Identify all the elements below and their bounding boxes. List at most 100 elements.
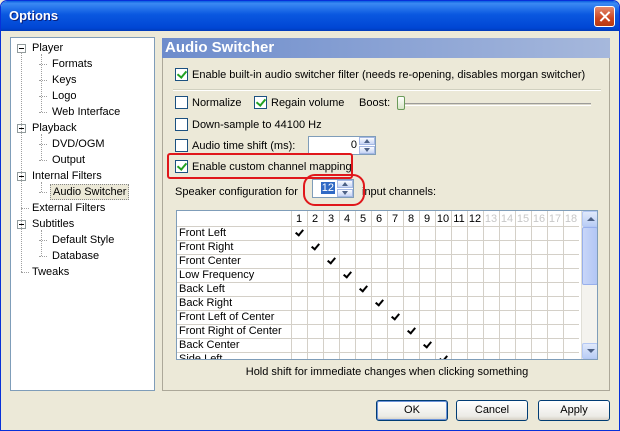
tree-item-label: DVD/OGM bbox=[52, 138, 105, 150]
panel-title: Audio Switcher bbox=[162, 38, 610, 58]
matrix-check[interactable] bbox=[311, 243, 320, 252]
matrix-column-header: 1 bbox=[295, 213, 303, 225]
tree-item-label: Tweaks bbox=[32, 266, 70, 278]
apply-button[interactable]: Apply bbox=[538, 400, 610, 421]
matrix-row-label: Side Left bbox=[179, 353, 223, 360]
matrix-check[interactable] bbox=[439, 355, 448, 359]
regain-volume-label: Regain volume bbox=[271, 97, 345, 109]
spin-up-icon[interactable] bbox=[359, 137, 375, 145]
matrix-column-header: 15 bbox=[516, 213, 530, 225]
downsample-checkbox[interactable] bbox=[175, 118, 188, 131]
tree-item-label: External Filters bbox=[32, 202, 106, 214]
speaker-config-suffix: input channels: bbox=[362, 186, 436, 198]
matrix-check[interactable] bbox=[327, 257, 336, 266]
matrix-column-header: 11 bbox=[453, 213, 465, 225]
tree-item-label: Default Style bbox=[52, 234, 115, 246]
matrix-row-label: Back Right bbox=[179, 297, 233, 309]
regain-volume-checkbox[interactable] bbox=[254, 96, 267, 109]
matrix-row-label: Front Right of Center bbox=[179, 325, 282, 337]
title-bar[interactable]: Options bbox=[1, 1, 619, 31]
channel-matrix[interactable]: 1 2 3 4 5 6 7 8 9 10 11 12 13 14 15 16 17 18 Front Left Fro… bbox=[176, 210, 598, 360]
matrix-row-label: Back Left bbox=[179, 283, 225, 295]
options-tree[interactable]: Player Formats Keys Logo Web Interface Playba… bbox=[10, 37, 155, 391]
matrix-column-header: 3 bbox=[327, 213, 335, 225]
tree-item-label: Database bbox=[52, 250, 100, 262]
tree-guide bbox=[41, 230, 42, 256]
tree-guide bbox=[21, 52, 22, 272]
scroll-up-icon[interactable] bbox=[582, 211, 597, 227]
matrix-column-header: 5 bbox=[359, 213, 367, 225]
normalize-checkbox[interactable] bbox=[175, 96, 188, 109]
matrix-check[interactable] bbox=[359, 285, 368, 294]
downsample-label: Down-sample to 44100 Hz bbox=[192, 119, 322, 131]
tree-item-label: Formats bbox=[52, 58, 93, 70]
matrix-check[interactable] bbox=[407, 327, 416, 336]
spin-up-icon[interactable] bbox=[337, 180, 353, 188]
matrix-row-label: Front Left of Center bbox=[179, 311, 275, 323]
time-shift-checkbox[interactable] bbox=[175, 139, 188, 152]
tree-item-label: Keys bbox=[52, 74, 77, 86]
grid-line bbox=[177, 240, 579, 241]
spin-down-icon[interactable] bbox=[359, 146, 375, 154]
normalize-label: Normalize bbox=[192, 97, 242, 109]
matrix-column-header: 18 bbox=[564, 213, 578, 225]
matrix-check[interactable] bbox=[423, 341, 432, 350]
scroll-thumb[interactable] bbox=[582, 227, 597, 285]
time-shift-spinner[interactable]: 0 bbox=[308, 136, 376, 155]
matrix-column-header: 13 bbox=[484, 213, 498, 225]
time-shift-value: 0 bbox=[350, 139, 357, 151]
matrix-check[interactable] bbox=[391, 313, 400, 322]
matrix-column-header: 4 bbox=[343, 213, 351, 225]
spin-down-icon[interactable] bbox=[337, 189, 353, 197]
matrix-row-label: Front Right bbox=[179, 241, 234, 253]
matrix-check[interactable] bbox=[295, 229, 304, 238]
grid-line bbox=[177, 282, 579, 283]
separator bbox=[173, 89, 601, 91]
matrix-column-header: 6 bbox=[375, 213, 383, 225]
matrix-column-header: 2 bbox=[311, 213, 319, 225]
matrix-column-header: 16 bbox=[532, 213, 546, 225]
tree-item-label: Output bbox=[52, 154, 86, 166]
time-shift-label: Audio time shift (ms): bbox=[192, 140, 296, 152]
speaker-config-spinner[interactable]: 12 bbox=[312, 179, 354, 198]
matrix-check[interactable] bbox=[343, 271, 352, 280]
tree-guide bbox=[41, 182, 42, 192]
matrix-check[interactable] bbox=[375, 299, 384, 308]
tree-item-label: Audio Switcher bbox=[50, 184, 130, 200]
cancel-button[interactable]: Cancel bbox=[456, 400, 528, 421]
tree-item-label: Playback bbox=[32, 122, 77, 134]
matrix-row-label: Back Center bbox=[179, 339, 240, 351]
grid-line bbox=[177, 296, 579, 297]
matrix-column-header: 17 bbox=[548, 213, 562, 225]
custom-mapping-checkbox[interactable] bbox=[175, 160, 188, 173]
enable-switcher-label: Enable built-in audio switcher filter (n… bbox=[192, 69, 586, 81]
matrix-row-label: Front Center bbox=[179, 255, 241, 267]
matrix-column-header: 9 bbox=[423, 213, 431, 225]
matrix-scrollbar[interactable] bbox=[581, 211, 597, 359]
boost-label: Boost: bbox=[359, 97, 391, 109]
tree-item-label: Player bbox=[32, 42, 64, 54]
tree-item-label: Web Interface bbox=[52, 106, 121, 118]
matrix-column-header: 8 bbox=[407, 213, 415, 225]
enable-switcher-checkbox[interactable] bbox=[175, 68, 188, 81]
matrix-column-header: 12 bbox=[468, 213, 482, 225]
options-window: Options Player Formats Keys Logo Web Interfa… bbox=[0, 0, 620, 431]
grid-line bbox=[177, 352, 579, 353]
hint-text: Hold shift for immediate changes when cl… bbox=[245, 366, 529, 378]
matrix-column-header: 10 bbox=[436, 213, 450, 225]
tree-item-label: Subtitles bbox=[32, 218, 75, 230]
tree-item-label: Logo bbox=[52, 90, 77, 102]
speaker-config-prefix: Speaker configuration for bbox=[175, 186, 298, 198]
matrix-row-label: Front Left bbox=[179, 227, 227, 239]
matrix-row-label: Low Frequency bbox=[179, 269, 255, 281]
matrix-column-header: 7 bbox=[391, 213, 399, 225]
boost-slider-thumb[interactable] bbox=[397, 96, 405, 110]
window-title: Options bbox=[9, 8, 59, 23]
tree-guide bbox=[41, 134, 42, 160]
scroll-down-icon[interactable] bbox=[582, 343, 597, 359]
close-icon[interactable] bbox=[594, 6, 615, 27]
custom-mapping-label: Enable custom channel mapping bbox=[192, 161, 352, 173]
ok-button[interactable]: OK bbox=[376, 400, 448, 421]
matrix-column-header: 14 bbox=[500, 213, 514, 225]
boost-slider-track[interactable] bbox=[401, 103, 591, 106]
